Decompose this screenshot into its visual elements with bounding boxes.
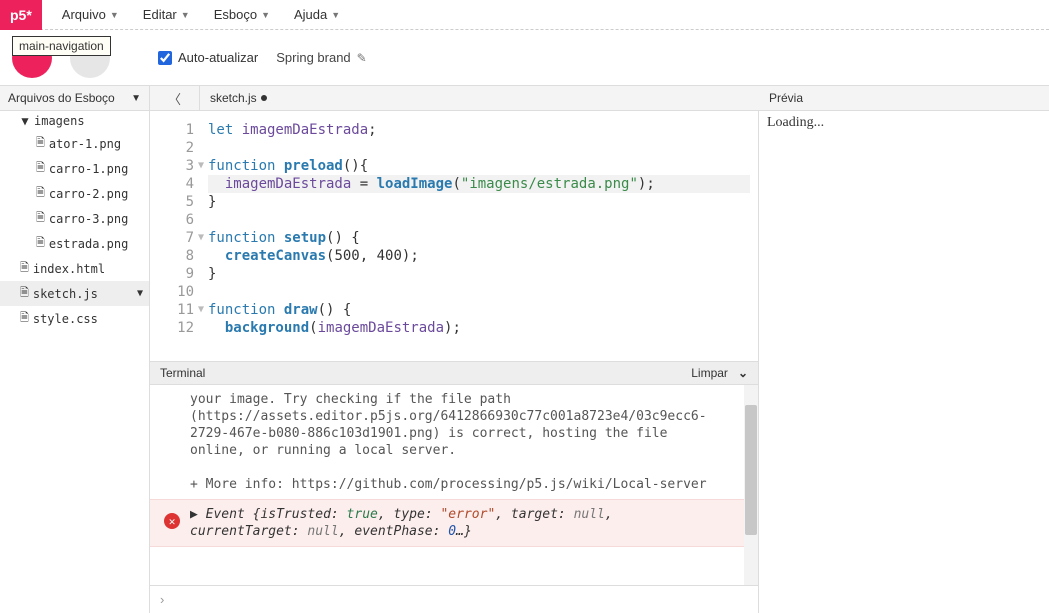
file-icon: 🗎	[36, 209, 45, 228]
chevron-down-icon: ▼	[131, 93, 141, 104]
file-icon: 🗎	[20, 259, 29, 278]
chevron-left-icon: 〈	[168, 89, 181, 108]
scrollbar-track[interactable]	[744, 385, 758, 585]
chevron-down-icon: ▼	[331, 10, 340, 20]
preview-panel: Loading...	[759, 111, 1049, 613]
file-label: estrada.png	[49, 237, 128, 251]
main-columns: ▼ imagens 🗎 ator-1.png 🗎 carro-1.png 🗎 carro…	[0, 111, 1049, 613]
sidebar-header[interactable]: Arquivos do Esboço ▼	[0, 86, 150, 110]
top-menu-bar: p5* Arquivo ▼ Editar ▼ Esboço ▼ Ajuda ▼	[0, 0, 1049, 30]
toolbar: main-navigation Auto-atualizar Spring br…	[0, 30, 1049, 85]
terminal-title: Terminal	[160, 366, 205, 380]
dirty-dot-icon	[261, 95, 267, 101]
preview-body: Loading...	[759, 111, 1049, 613]
folder-label: imagens	[34, 114, 85, 128]
file-label: sketch.js	[33, 287, 98, 301]
auto-refresh-row: Auto-atualizar	[158, 50, 258, 65]
terminal-event-object[interactable]: ▶ Event {isTrusted: true, type: "error",…	[150, 499, 758, 547]
file-carro-2[interactable]: 🗎 carro-2.png	[0, 181, 149, 206]
sidebar-header-label: Arquivos do Esboço	[8, 91, 115, 105]
line-gutter: 123▼4567▼891011▼12	[150, 111, 200, 361]
pencil-icon: ✎	[357, 51, 367, 65]
panel-header-row: Arquivos do Esboço ▼ 〈 sketch.js Prévia	[0, 85, 1049, 111]
chevron-down-icon: ▼	[110, 10, 119, 20]
menu-ajuda[interactable]: Ajuda ▼	[284, 3, 350, 26]
file-sketch-js[interactable]: 🗎 sketch.js ▼	[0, 281, 149, 306]
file-label: carro-3.png	[49, 212, 128, 226]
auto-refresh-label: Auto-atualizar	[178, 50, 258, 65]
tooltip: main-navigation	[12, 36, 111, 56]
chevron-down-icon: ▼	[181, 10, 190, 20]
chevron-down-icon[interactable]: ▼	[137, 288, 143, 299]
menu-label: Editar	[143, 7, 177, 22]
tab-filename: sketch.js	[210, 91, 257, 105]
file-icon: 🗎	[20, 309, 29, 328]
file-index-html[interactable]: 🗎 index.html	[0, 256, 149, 281]
file-sidebar: ▼ imagens 🗎 ator-1.png 🗎 carro-1.png 🗎 carro…	[0, 111, 150, 613]
collapse-sidebar-button[interactable]: 〈	[150, 86, 200, 110]
terminal-error-row: ✕ ▶ Event {isTrusted: true, type: "error…	[150, 499, 758, 547]
terminal-header: Terminal Limpar ⌄	[150, 361, 758, 385]
auto-refresh-checkbox[interactable]	[158, 51, 172, 65]
sketch-name-text: Spring brand	[276, 50, 350, 65]
main-menu: Arquivo ▼ Editar ▼ Esboço ▼ Ajuda ▼	[52, 3, 350, 26]
chevron-down-icon[interactable]: ⌄	[738, 366, 748, 380]
file-label: style.css	[33, 312, 98, 326]
center-column: 123▼4567▼891011▼12 let imagemDaEstrada;f…	[150, 111, 759, 613]
file-carro-3[interactable]: 🗎 carro-3.png	[0, 206, 149, 231]
caret-down-icon: ▼	[20, 114, 30, 128]
file-label: carro-1.png	[49, 162, 128, 176]
menu-editar[interactable]: Editar ▼	[133, 3, 200, 26]
preview-title: Prévia	[769, 91, 803, 105]
menu-label: Esboço	[214, 7, 257, 22]
file-estrada[interactable]: 🗎 estrada.png	[0, 231, 149, 256]
terminal-message: your image. Try checking if the file pat…	[150, 385, 758, 499]
menu-esboco[interactable]: Esboço ▼	[204, 3, 280, 26]
code-editor[interactable]: 123▼4567▼891011▼12 let imagemDaEstrada;f…	[150, 111, 758, 361]
file-label: index.html	[33, 262, 105, 276]
file-icon: 🗎	[20, 284, 29, 303]
file-carro-1[interactable]: 🗎 carro-1.png	[0, 156, 149, 181]
clear-button[interactable]: Limpar	[691, 366, 728, 380]
file-style-css[interactable]: 🗎 style.css	[0, 306, 149, 331]
file-icon: 🗎	[36, 159, 45, 178]
file-label: carro-2.png	[49, 187, 128, 201]
menu-label: Arquivo	[62, 7, 106, 22]
file-ator-1[interactable]: 🗎 ator-1.png	[0, 131, 149, 156]
chevron-right-icon: ›	[160, 592, 164, 607]
error-icon: ✕	[164, 513, 180, 529]
file-icon: 🗎	[36, 134, 45, 153]
menu-label: Ajuda	[294, 7, 327, 22]
file-label: ator-1.png	[49, 137, 121, 151]
menu-arquivo[interactable]: Arquivo ▼	[52, 3, 129, 26]
code-area[interactable]: let imagemDaEstrada;function preload(){ …	[200, 111, 758, 361]
folder-imagens[interactable]: ▼ imagens	[0, 111, 149, 131]
editor-tab[interactable]: sketch.js	[200, 86, 759, 110]
chevron-down-icon: ▼	[261, 10, 270, 20]
scrollbar-thumb[interactable]	[745, 405, 757, 535]
sketch-name-row[interactable]: Spring brand ✎	[276, 50, 367, 65]
file-icon: 🗎	[36, 234, 45, 253]
p5-logo[interactable]: p5*	[0, 0, 42, 30]
preview-header: Prévia	[759, 86, 1049, 110]
file-icon: 🗎	[36, 184, 45, 203]
terminal-prompt[interactable]: ›	[150, 585, 758, 613]
terminal-body[interactable]: your image. Try checking if the file pat…	[150, 385, 758, 585]
